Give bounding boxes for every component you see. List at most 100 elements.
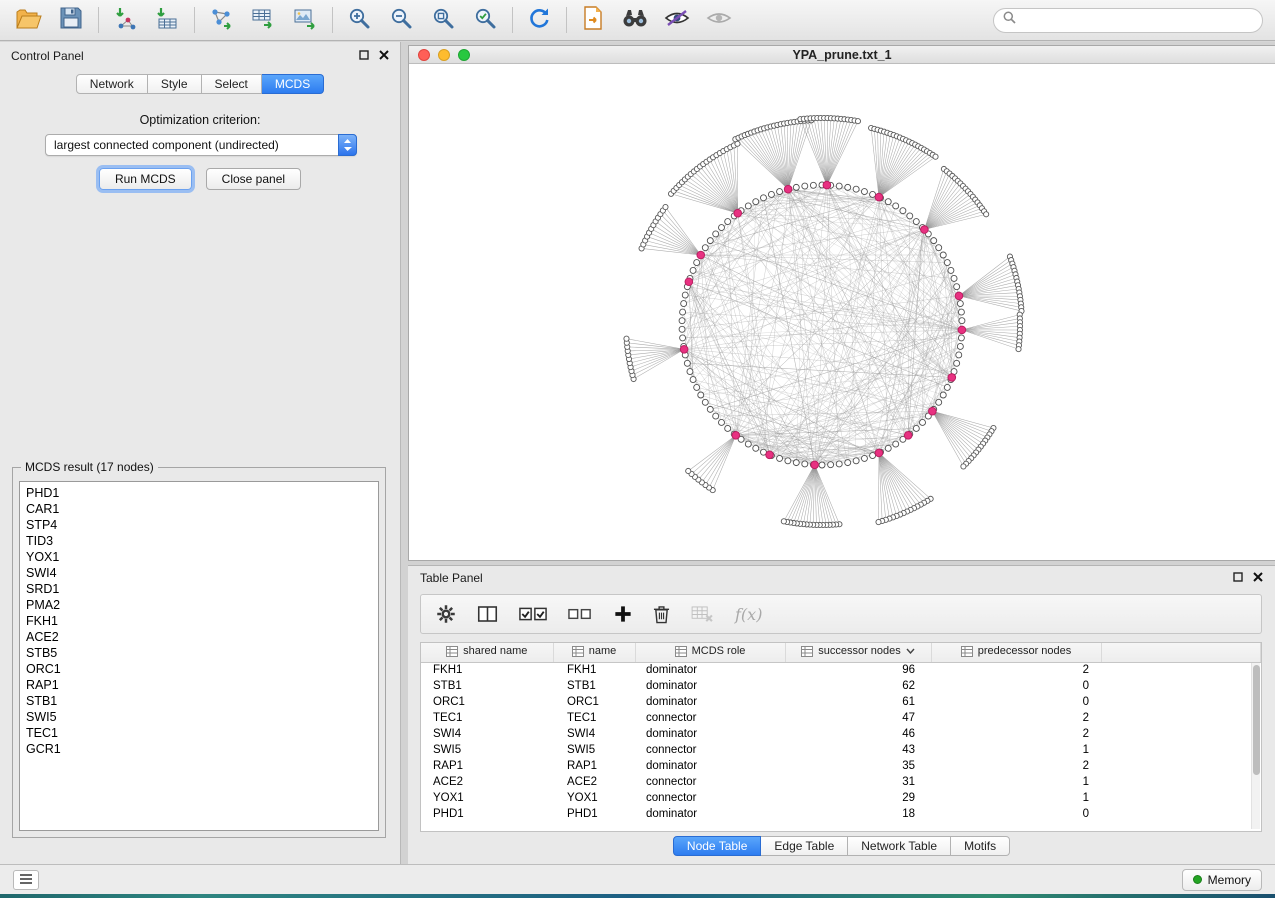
attribute-icon xyxy=(801,646,813,657)
mcds-result-item[interactable]: CAR1 xyxy=(20,501,378,517)
table-tab-motifs[interactable]: Motifs xyxy=(951,836,1010,856)
export-network-button[interactable] xyxy=(204,5,237,35)
delete-column-button[interactable] xyxy=(653,605,670,624)
close-panel-icon[interactable] xyxy=(1253,569,1263,587)
toolbar-separator xyxy=(194,7,195,33)
zoom-out-button[interactable] xyxy=(384,5,417,35)
import-network-button[interactable] xyxy=(108,5,141,35)
zoom-out-icon xyxy=(389,6,413,35)
table-tab-network-table[interactable]: Network Table xyxy=(848,836,951,856)
mcds-result-item[interactable]: YOX1 xyxy=(20,549,378,565)
mcds-result-item[interactable]: PMA2 xyxy=(20,597,378,613)
table-row[interactable]: ORC1ORC1dominator610 xyxy=(421,694,1261,710)
mcds-result-item[interactable]: PHD1 xyxy=(20,485,378,501)
column-header-mcds-role[interactable]: MCDS role xyxy=(635,643,785,662)
table-row[interactable]: ACE2ACE2connector311 xyxy=(421,774,1261,790)
control-panel-title: Control Panel xyxy=(11,49,84,63)
search-input[interactable] xyxy=(1022,13,1253,27)
search-field[interactable] xyxy=(993,8,1263,33)
tab-mcds[interactable]: MCDS xyxy=(262,74,324,94)
table-mode-button[interactable] xyxy=(436,604,456,624)
export-table-button[interactable] xyxy=(246,5,279,35)
table-row[interactable]: FKH1FKH1dominator962 xyxy=(421,662,1261,678)
float-panel-icon[interactable] xyxy=(1233,569,1243,587)
maximize-window-button[interactable] xyxy=(458,49,470,61)
export-document-button[interactable] xyxy=(576,5,609,35)
apply-layout-button[interactable] xyxy=(522,5,555,35)
select-all-rows-button[interactable] xyxy=(519,605,547,623)
close-window-button[interactable] xyxy=(418,49,430,61)
import-table-button[interactable] xyxy=(150,5,183,35)
column-header-empty xyxy=(1101,643,1261,662)
table-panel-title: Table Panel xyxy=(420,571,483,585)
table-row[interactable]: RAP1RAP1dominator352 xyxy=(421,758,1261,774)
graphics-details-button[interactable] xyxy=(660,5,693,35)
column-header-name[interactable]: name xyxy=(553,643,635,662)
mcds-result-item[interactable]: SWI5 xyxy=(20,709,378,725)
find-button[interactable] xyxy=(618,5,651,35)
mcds-result-item[interactable]: GCR1 xyxy=(20,741,378,757)
open-folder-icon xyxy=(16,7,42,34)
open-file-button[interactable] xyxy=(12,5,45,35)
import-network-icon xyxy=(113,6,137,35)
mcds-result-title: MCDS result (17 nodes) xyxy=(21,460,158,474)
mcds-result-item[interactable]: TEC1 xyxy=(20,725,378,741)
scrollbar-thumb[interactable] xyxy=(1253,665,1260,775)
import-table-icon xyxy=(155,6,179,35)
mcds-result-item[interactable]: FKH1 xyxy=(20,613,378,629)
mcds-result-item[interactable]: RAP1 xyxy=(20,677,378,693)
zoom-selected-icon xyxy=(473,6,497,35)
toggle-visibility-button[interactable] xyxy=(702,5,735,35)
mcds-result-item[interactable]: ORC1 xyxy=(20,661,378,677)
criterion-dropdown[interactable]: largest connected component (undirected) xyxy=(45,134,357,156)
table-row[interactable]: SWI4SWI4dominator462 xyxy=(421,726,1261,742)
mcds-result-item[interactable]: ACE2 xyxy=(20,629,378,645)
zoom-selected-button[interactable] xyxy=(468,5,501,35)
tab-select[interactable]: Select xyxy=(202,74,262,94)
column-header-predecessor-nodes[interactable]: predecessor nodes xyxy=(931,643,1101,662)
show-columns-button[interactable] xyxy=(477,605,498,623)
function-builder-button[interactable]: f(x) xyxy=(735,605,762,624)
add-column-button[interactable] xyxy=(614,605,632,623)
column-header-shared-name[interactable]: shared name xyxy=(421,643,553,662)
table-row[interactable]: YOX1YOX1connector291 xyxy=(421,790,1261,806)
float-panel-icon[interactable] xyxy=(359,47,369,65)
table-row[interactable]: PHD1PHD1dominator180 xyxy=(421,806,1261,822)
export-image-button[interactable] xyxy=(288,5,321,35)
refresh-arrows-icon xyxy=(527,6,551,35)
control-panel: Control Panel NetworkStyleSelectMCDS Opt… xyxy=(0,42,401,864)
table-scrollbar[interactable] xyxy=(1251,663,1260,829)
table-row[interactable]: SWI5SWI5connector431 xyxy=(421,742,1261,758)
minimize-window-button[interactable] xyxy=(438,49,450,61)
status-menu-button[interactable] xyxy=(13,870,39,890)
export-image-icon xyxy=(293,6,317,35)
panel-splitter[interactable] xyxy=(401,42,408,864)
mcds-result-list[interactable]: PHD1CAR1STP4TID3YOX1SWI4SRD1PMA2FKH1ACE2… xyxy=(19,481,379,831)
table-row[interactable]: TEC1TEC1connector472 xyxy=(421,710,1261,726)
table-tab-node-table[interactable]: Node Table xyxy=(673,836,762,856)
mcds-result-item[interactable]: STP4 xyxy=(20,517,378,533)
mcds-result-item[interactable]: STB1 xyxy=(20,693,378,709)
node-table: shared name name MCDS role successor nod… xyxy=(420,642,1262,832)
mcds-result-item[interactable]: SWI4 xyxy=(20,565,378,581)
close-panel-icon[interactable] xyxy=(379,47,389,65)
run-mcds-button[interactable]: Run MCDS xyxy=(99,168,192,190)
mcds-result-item[interactable]: STB5 xyxy=(20,645,378,661)
table-tab-edge-table[interactable]: Edge Table xyxy=(761,836,848,856)
memory-button[interactable]: Memory xyxy=(1182,869,1262,891)
tab-style[interactable]: Style xyxy=(148,74,202,94)
column-header-successor-nodes[interactable]: successor nodes xyxy=(785,643,931,662)
mcds-result-item[interactable]: SRD1 xyxy=(20,581,378,597)
network-window-titlebar[interactable]: YPA_prune.txt_1 xyxy=(409,46,1275,64)
tab-network[interactable]: Network xyxy=(76,74,148,94)
close-panel-button[interactable]: Close panel xyxy=(206,168,301,190)
network-canvas[interactable] xyxy=(409,65,1275,560)
network-window-title: YPA_prune.txt_1 xyxy=(409,48,1275,62)
mcds-result-item[interactable]: TID3 xyxy=(20,533,378,549)
save-session-button[interactable] xyxy=(54,5,87,35)
zoom-fit-button[interactable] xyxy=(426,5,459,35)
deselect-all-rows-button[interactable] xyxy=(568,605,593,623)
zoom-in-button[interactable] xyxy=(342,5,375,35)
table-row[interactable]: STB1STB1dominator620 xyxy=(421,678,1261,694)
network-graph[interactable] xyxy=(409,65,1275,560)
